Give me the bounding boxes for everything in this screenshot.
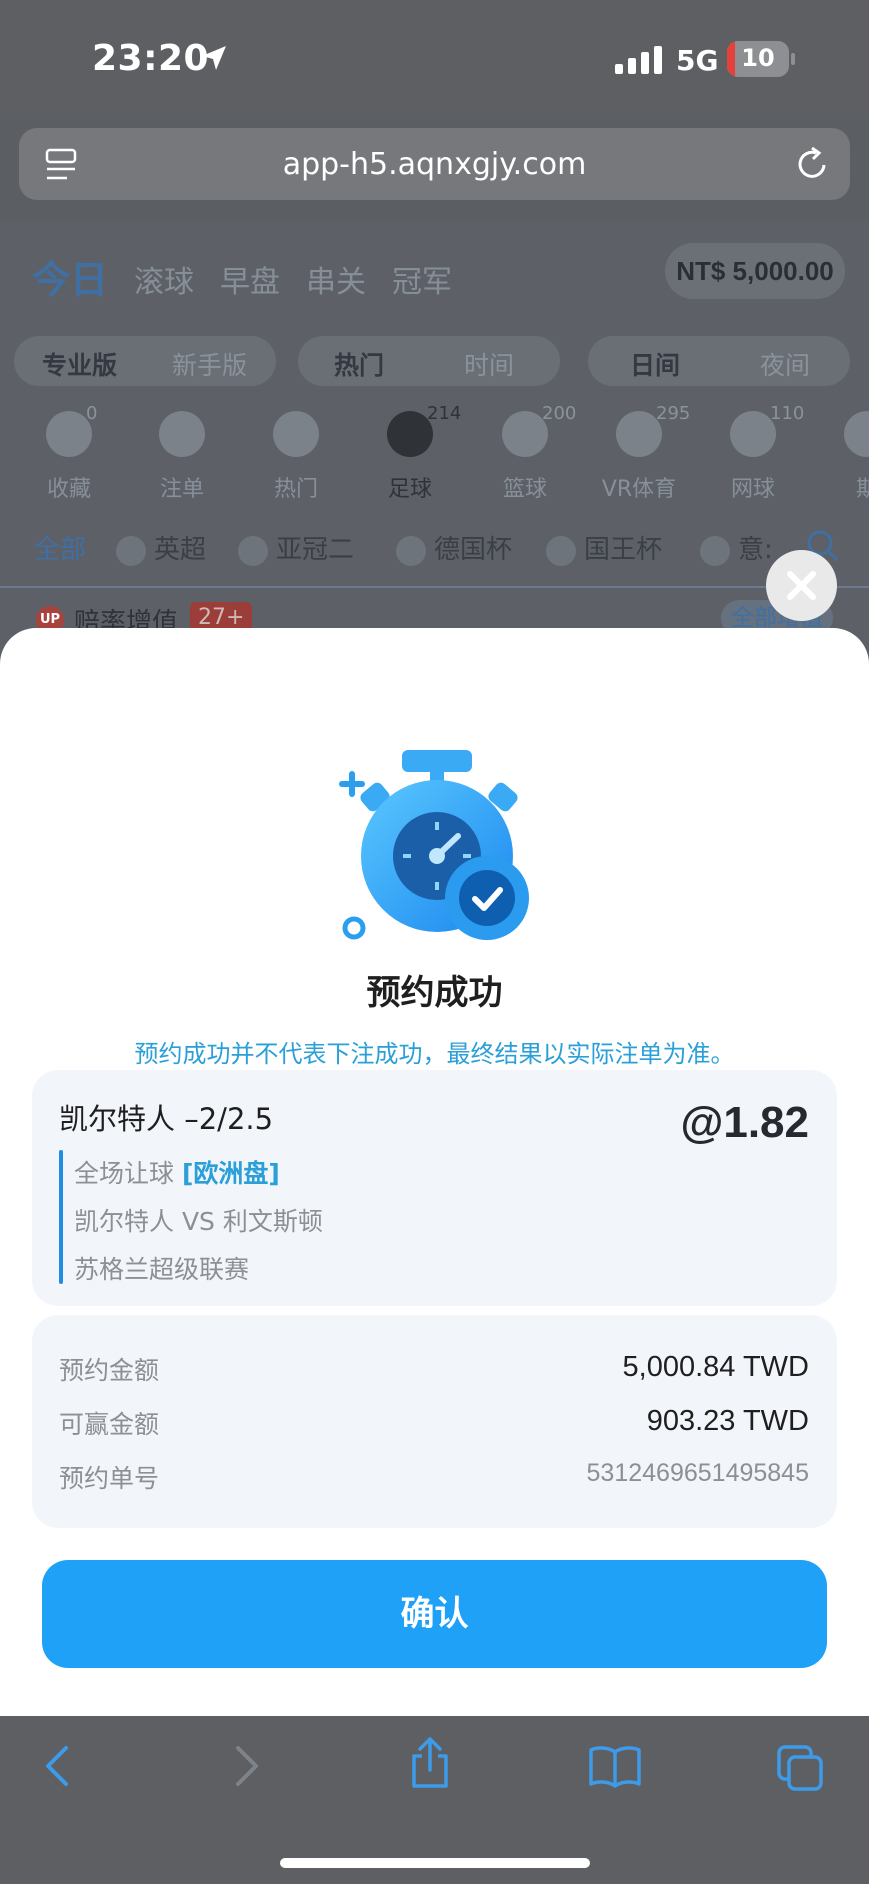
league-epl[interactable]: 英超: [116, 529, 206, 566]
reservation-number-label: 预约单号: [59, 1464, 160, 1493]
reservation-details-card: 预约金额 5,000.84 TWD 可赢金额 903.23 TWD 预约单号 5…: [32, 1315, 837, 1528]
bet-selection: 凯尔特人 –2/2.5: [59, 1102, 274, 1136]
bet-league: 苏格兰超级联赛: [74, 1255, 250, 1284]
category-basketball[interactable]: 200 篮球: [470, 403, 580, 503]
modal-notice: 预约成功并不代表下注成功，最终结果以实际注单为准。: [134, 1040, 735, 1068]
confirm-button[interactable]: 确认: [42, 1560, 827, 1668]
close-button[interactable]: [766, 550, 837, 621]
reservation-success-modal: 预约成功 预约成功并不代表下注成功，最终结果以实际注单为准。 凯尔特人 –2/2…: [0, 628, 869, 1716]
bet-match: 凯尔特人 VS 利文斯顿: [74, 1207, 323, 1236]
bookmarks-icon[interactable]: [588, 1744, 642, 1788]
clipboard-icon: [159, 411, 205, 457]
premier-league-icon: [116, 535, 146, 566]
status-bar: 23:20 5G 10: [0, 0, 869, 120]
category-favorites[interactable]: 0 收藏: [14, 403, 124, 503]
reload-icon[interactable]: [794, 145, 830, 183]
winnable-amount-label: 可赢金额: [59, 1410, 160, 1439]
back-icon[interactable]: [42, 1744, 72, 1788]
reserved-amount-value: 5,000.84 TWD: [622, 1351, 809, 1383]
tab-parlay[interactable]: 串关: [306, 257, 366, 301]
reserved-amount-label: 预约金额: [59, 1356, 160, 1385]
category-more[interactable]: 斯: [812, 411, 869, 503]
league-acl2[interactable]: 亚冠二: [238, 529, 354, 566]
tab-live[interactable]: 滚球: [134, 257, 194, 301]
bet-odds: @1.82: [680, 1098, 809, 1147]
mode-switch[interactable]: 专业版 新手版: [14, 336, 276, 386]
location-arrow-icon: [202, 46, 226, 70]
category-football[interactable]: 214 足球: [355, 403, 465, 503]
category-hot[interactable]: 热门: [241, 411, 351, 503]
mode-pro[interactable]: 专业版: [42, 346, 117, 382]
sort-hot[interactable]: 热门: [334, 346, 384, 382]
url-text: app-h5.aqnxgjy.com: [282, 147, 587, 182]
battery-icon: 10: [727, 41, 789, 77]
bet-accent-bar: [59, 1150, 63, 1284]
league-copa-del-rey[interactable]: 国王杯: [546, 529, 662, 566]
stopwatch-check-icon: [339, 750, 529, 940]
tabs-icon[interactable]: [776, 1744, 824, 1792]
theme-night[interactable]: 夜间: [760, 346, 810, 382]
share-icon[interactable]: [408, 1736, 452, 1790]
status-time: 23:20: [92, 38, 210, 79]
reservation-number-value: 5312469651495845: [586, 1459, 809, 1487]
flame-icon: [273, 411, 319, 457]
cup-icon: [396, 535, 426, 566]
tab-early[interactable]: 早盘: [220, 257, 280, 301]
league-all[interactable]: 全部: [34, 529, 86, 566]
sort-switch[interactable]: 热门 时间: [298, 336, 560, 386]
league-italy[interactable]: 意:: [700, 529, 773, 566]
crest-icon: [546, 535, 576, 566]
mode-beginner[interactable]: 新手版: [172, 346, 247, 382]
bet-market: 全场让球 [欧洲盘]: [74, 1159, 280, 1188]
league-dfb-pokal[interactable]: 德国杯: [396, 529, 512, 566]
close-icon: [771, 555, 832, 616]
winnable-amount-value: 903.23 TWD: [646, 1405, 809, 1437]
bet-card: 凯尔特人 –2/2.5 @1.82 全场让球 [欧洲盘] 凯尔特人 VS 利文斯…: [32, 1070, 837, 1306]
trophy-icon: [238, 535, 268, 566]
tab-today[interactable]: 今日: [32, 249, 108, 304]
coppa-italia-icon: [700, 535, 730, 566]
tab-outright[interactable]: 冠军: [392, 257, 452, 301]
sport-icon: [844, 411, 869, 457]
theme-day[interactable]: 日间: [630, 346, 680, 382]
category-vr-sports[interactable]: 295 VR体育: [584, 403, 694, 503]
category-bets[interactable]: 注单: [127, 411, 237, 503]
market-type: [欧洲盘]: [181, 1159, 280, 1188]
battery-nub: [791, 53, 795, 65]
home-indicator: [280, 1858, 590, 1868]
balance[interactable]: NT$ 5,000.00: [665, 243, 845, 299]
category-tennis[interactable]: 110 网球: [698, 403, 808, 503]
address-bar[interactable]: app-h5.aqnxgjy.com: [19, 128, 850, 200]
sort-time[interactable]: 时间: [464, 346, 514, 382]
theme-switch[interactable]: 日间 夜间: [588, 336, 850, 386]
battery-level: 10: [741, 44, 775, 72]
network-type: 5G: [676, 44, 719, 77]
cellular-signal-icon: [615, 46, 662, 74]
forward-icon[interactable]: [232, 1744, 262, 1788]
modal-title: 预约成功: [366, 973, 503, 1013]
